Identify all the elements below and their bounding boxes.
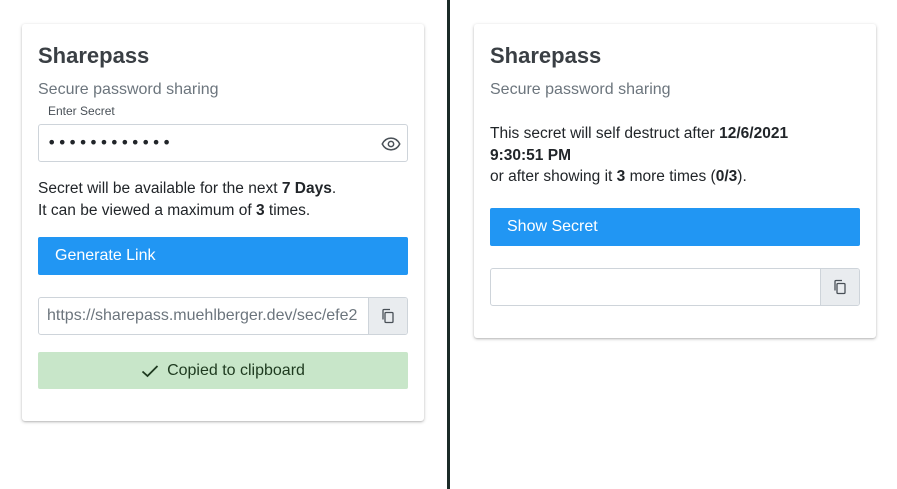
showing-prefix: or after showing it	[490, 168, 617, 185]
destruct-prefix: This secret will self destruct after	[490, 125, 720, 142]
eye-icon[interactable]	[381, 134, 401, 154]
self-destruct-text: This secret will self destruct after 12/…	[490, 123, 830, 167]
copy-icon	[382, 308, 394, 324]
app-title: Sharepass	[490, 43, 602, 68]
destruct-time: 9:30:51 PM	[490, 147, 571, 164]
showing-suffix: ).	[737, 168, 747, 185]
availability-text: Secret will be available for the next 7 …	[38, 178, 336, 200]
app-subtitle: Secure password sharing	[38, 81, 219, 98]
secret-output-field[interactable]	[490, 268, 860, 306]
app-subtitle: Secure password sharing	[490, 81, 671, 98]
views-prefix: It can be viewed a maximum of	[38, 202, 256, 219]
secret-input-value: ••••••••••••	[47, 133, 173, 152]
availability-suffix: .	[331, 180, 337, 197]
copied-alert-text: Copied to clipboard	[167, 361, 305, 379]
app-title: Sharepass	[38, 43, 150, 68]
secret-input-label: Enter Secret	[46, 104, 117, 118]
generate-link-button[interactable]: Generate Link	[38, 237, 408, 275]
left-pane: Sharepass Secure password sharing ••••••…	[0, 0, 447, 489]
copy-link-button[interactable]	[368, 298, 407, 334]
copy-icon	[834, 279, 846, 295]
secret-input[interactable]: ••••••••••••	[38, 124, 408, 162]
availability-value: 7 Days	[281, 180, 332, 197]
create-secret-card: Sharepass Secure password sharing ••••••…	[22, 24, 424, 421]
show-secret-button[interactable]: Show Secret	[490, 208, 860, 246]
generated-link-value[interactable]: https://sharepass.muehlberger.dev/sec/ef…	[47, 307, 361, 325]
destruct-date: 12/6/2021	[719, 125, 789, 142]
showing-count: 3	[616, 168, 626, 185]
check-icon	[141, 364, 159, 377]
views-value: 3	[255, 202, 265, 219]
views-suffix: times.	[264, 202, 311, 219]
copied-alert: Copied to clipboard	[38, 352, 408, 389]
remaining-views-text: or after showing it 3 more times (0/3).	[490, 166, 747, 188]
showing-mid: more times (	[625, 168, 716, 185]
max-views-text: It can be viewed a maximum of 3 times.	[38, 200, 310, 222]
copy-secret-button[interactable]	[820, 269, 859, 305]
availability-prefix: Secret will be available for the next	[38, 180, 282, 197]
generated-link-field[interactable]: https://sharepass.muehlberger.dev/sec/ef…	[38, 297, 408, 335]
showing-ratio: 0/3	[715, 168, 738, 185]
view-secret-card: Sharepass Secure password sharing This s…	[474, 24, 876, 338]
right-pane: Sharepass Secure password sharing This s…	[450, 0, 897, 489]
